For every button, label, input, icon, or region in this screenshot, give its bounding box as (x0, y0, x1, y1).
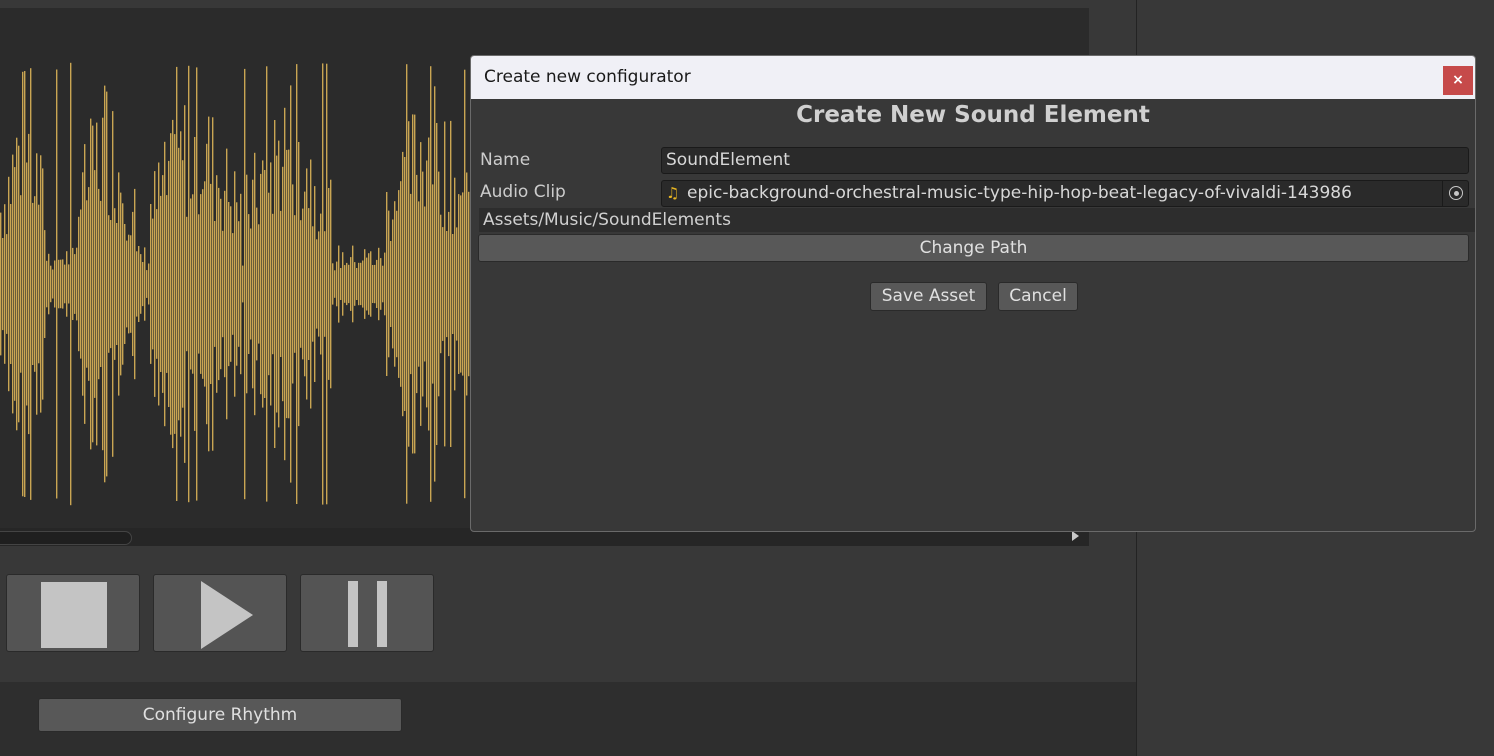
waveform-view[interactable] (0, 58, 470, 510)
close-icon[interactable]: × (1443, 66, 1473, 95)
music-note-icon: ♫ (666, 184, 680, 202)
play-button[interactable] (153, 574, 287, 652)
dialog-heading: Create New Sound Element (796, 102, 1150, 128)
name-field[interactable]: SoundElement (661, 147, 1469, 174)
create-configurator-dialog: Create new configurator × Create New Sou… (470, 55, 1476, 532)
dialog-titlebar[interactable]: Create new configurator × (471, 56, 1475, 99)
stop-button[interactable] (6, 574, 140, 652)
play-icon (201, 581, 253, 649)
audio-clip-label: Audio Clip (480, 182, 566, 202)
configure-rhythm-button[interactable]: Configure Rhythm (38, 698, 402, 732)
name-label: Name (480, 150, 531, 170)
asset-path: Assets/Music/SoundElements (479, 208, 1475, 232)
dialog-window-title: Create new configurator (484, 67, 691, 87)
object-picker-icon[interactable] (1442, 181, 1469, 206)
waveform-graphic (0, 62, 470, 506)
audio-clip-value: epic-background-orchestral-music-type-hi… (687, 183, 1352, 203)
pause-button[interactable] (300, 574, 434, 652)
scrollbar-thumb[interactable] (0, 531, 132, 545)
cancel-button[interactable]: Cancel (998, 282, 1078, 311)
editor-top-strip (0, 0, 1136, 8)
audio-clip-field[interactable]: ♫ epic-background-orchestral-music-type-… (661, 180, 1469, 207)
change-path-button[interactable]: Change Path (478, 234, 1469, 262)
stop-icon (41, 582, 107, 648)
scroll-right-arrow-icon[interactable] (1072, 531, 1079, 541)
save-asset-button[interactable]: Save Asset (870, 282, 987, 311)
